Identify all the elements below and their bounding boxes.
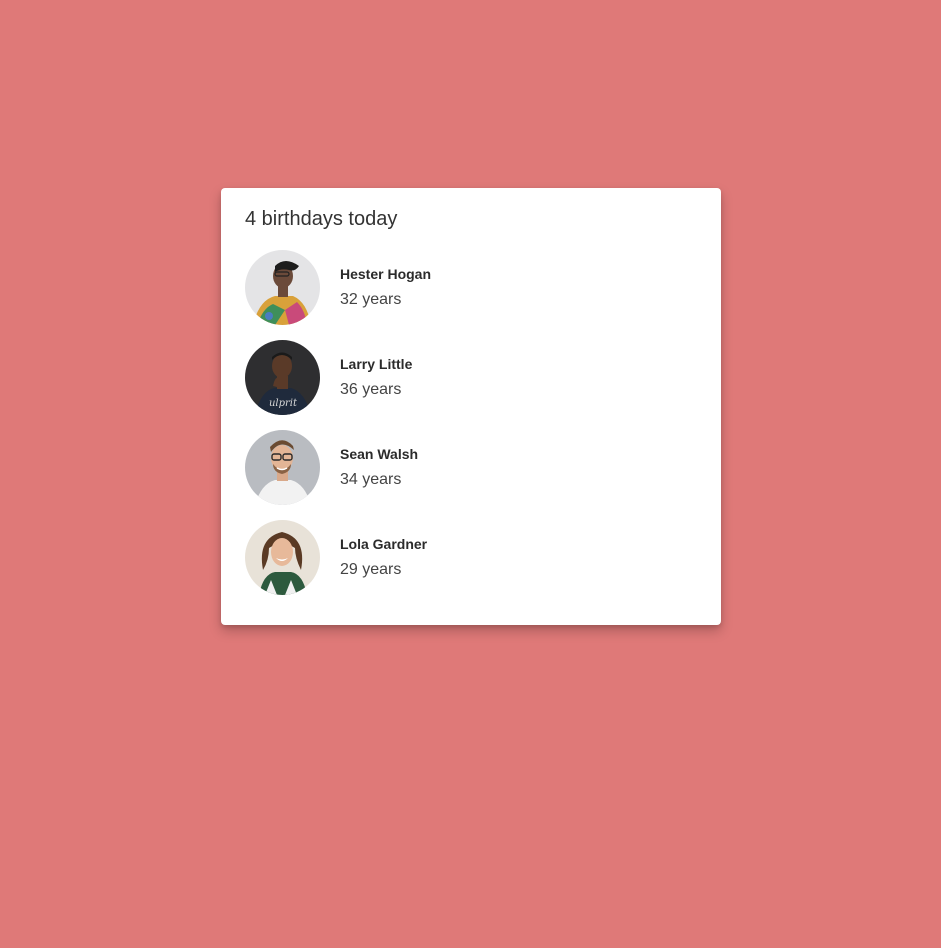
person-age: 29 years (340, 561, 402, 578)
avatar (245, 250, 320, 325)
person-age: 36 years (340, 381, 402, 398)
birthday-card: 4 birthdays today Hester Hogan 32 years … (221, 188, 721, 625)
person-name: Hester Hogan (340, 266, 432, 282)
person-photo-icon: ulprit (245, 340, 320, 415)
person-name: Lola Gardner (340, 536, 428, 552)
person-age: 32 years (340, 291, 402, 308)
person-age: 34 years (340, 471, 402, 488)
svg-text:ulprit: ulprit (269, 398, 298, 409)
person-photo-icon (245, 520, 320, 595)
avatar: ulprit (245, 340, 320, 415)
list-item: Lola Gardner 29 years (245, 520, 697, 595)
avatar (245, 520, 320, 595)
card-title: 4 birthdays today (245, 208, 398, 230)
list-item: ulprit Larry Little 36 years (245, 340, 697, 415)
avatar (245, 430, 320, 505)
person-name: Sean Walsh (340, 446, 419, 462)
birthday-list: Hester Hogan 32 years ulprit Larry Littl… (245, 250, 697, 595)
person-photo-icon (245, 430, 320, 505)
list-item: Hester Hogan 32 years (245, 250, 697, 325)
list-item: Sean Walsh 34 years (245, 430, 697, 505)
person-name: Larry Little (340, 356, 413, 372)
person-photo-icon (245, 250, 320, 325)
